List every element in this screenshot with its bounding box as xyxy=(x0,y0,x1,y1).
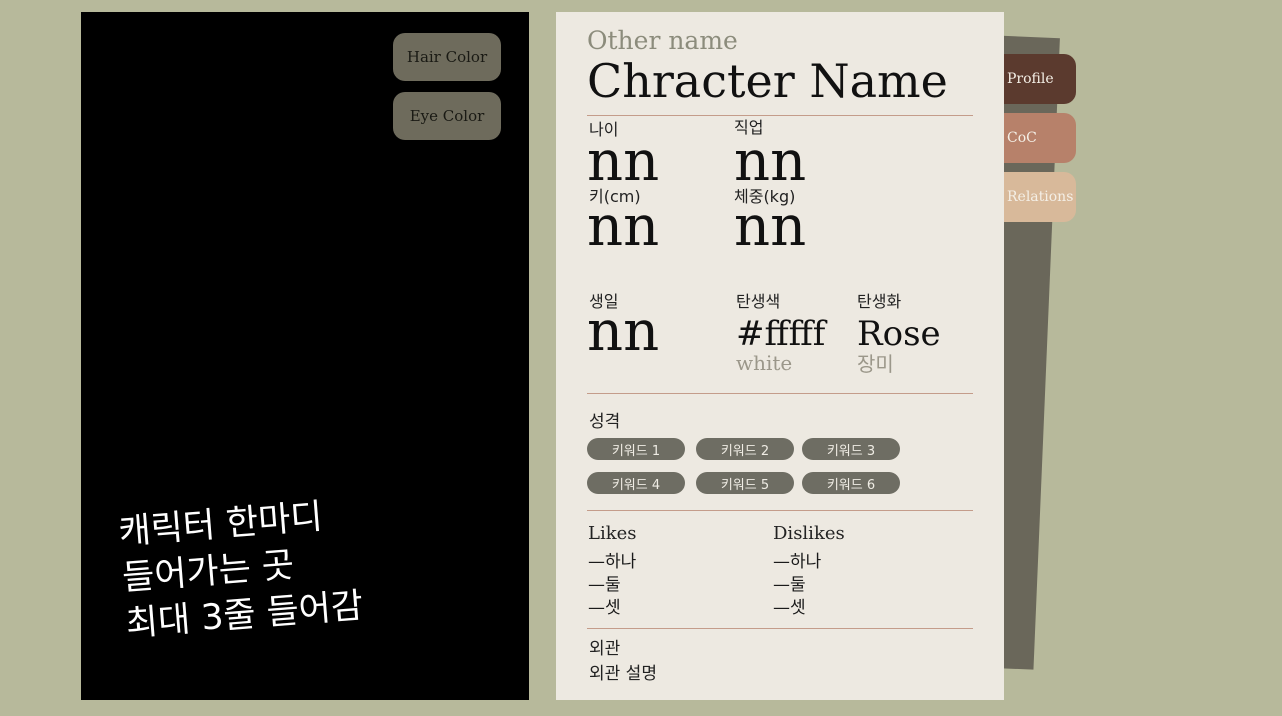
list-item: —하나 xyxy=(773,552,822,572)
keyword-pill: 키워드 2 xyxy=(696,438,794,460)
appearance-description: 외관 설명 xyxy=(589,664,657,684)
divider xyxy=(587,115,973,116)
keyword-pill: 키워드 4 xyxy=(587,472,685,494)
profile-sheet: Other name Chracter Name 나이 nn 직업 nn 키(c… xyxy=(556,12,1004,700)
list-item: —하나 xyxy=(588,552,637,572)
birth-color-value: #fffff xyxy=(736,314,826,354)
divider xyxy=(587,393,973,394)
likes-label: Likes xyxy=(588,523,637,544)
character-quote: 캐릭터 한마디 들어가는 곳 최대 3줄 들어감 xyxy=(117,482,487,648)
list-item: —둘 xyxy=(773,575,806,595)
weight-value: nn xyxy=(734,194,807,259)
dislikes-label: Dislikes xyxy=(773,523,845,544)
birth-color-name: white xyxy=(736,351,793,375)
list-item: —셋 xyxy=(773,598,806,618)
age-value: nn xyxy=(587,129,660,194)
hair-color-button[interactable]: Hair Color xyxy=(393,33,501,81)
likes-list: —하나 —둘 —셋 xyxy=(588,551,636,620)
keyword-pill: 키워드 6 xyxy=(802,472,900,494)
keyword-pill: 키워드 3 xyxy=(802,438,900,460)
other-name: Other name xyxy=(587,26,738,55)
height-value: nn xyxy=(587,194,660,259)
personality-label: 성격 xyxy=(589,412,621,432)
job-value: nn xyxy=(734,129,807,194)
list-item: —셋 xyxy=(588,598,621,618)
birth-flower-name: 장미 xyxy=(857,352,894,376)
stage: Hair Color Eye Color 캐릭터 한마디 들어가는 곳 최대 3… xyxy=(0,0,1282,716)
appearance-label: 외관 xyxy=(589,639,621,659)
birthday-value: nn xyxy=(587,299,660,364)
birth-flower-label: 탄생화 xyxy=(857,292,902,311)
dislikes-list: —하나 —둘 —셋 xyxy=(773,551,821,620)
divider xyxy=(587,510,973,511)
character-portrait: Hair Color Eye Color 캐릭터 한마디 들어가는 곳 최대 3… xyxy=(81,12,529,700)
keyword-pill: 키워드 1 xyxy=(587,438,685,460)
character-name: Chracter Name xyxy=(587,54,948,108)
keyword-pill: 키워드 5 xyxy=(696,472,794,494)
list-item: —둘 xyxy=(588,575,621,595)
eye-color-button[interactable]: Eye Color xyxy=(393,92,501,140)
divider xyxy=(587,628,973,629)
birth-color-label: 탄생색 xyxy=(736,292,781,311)
